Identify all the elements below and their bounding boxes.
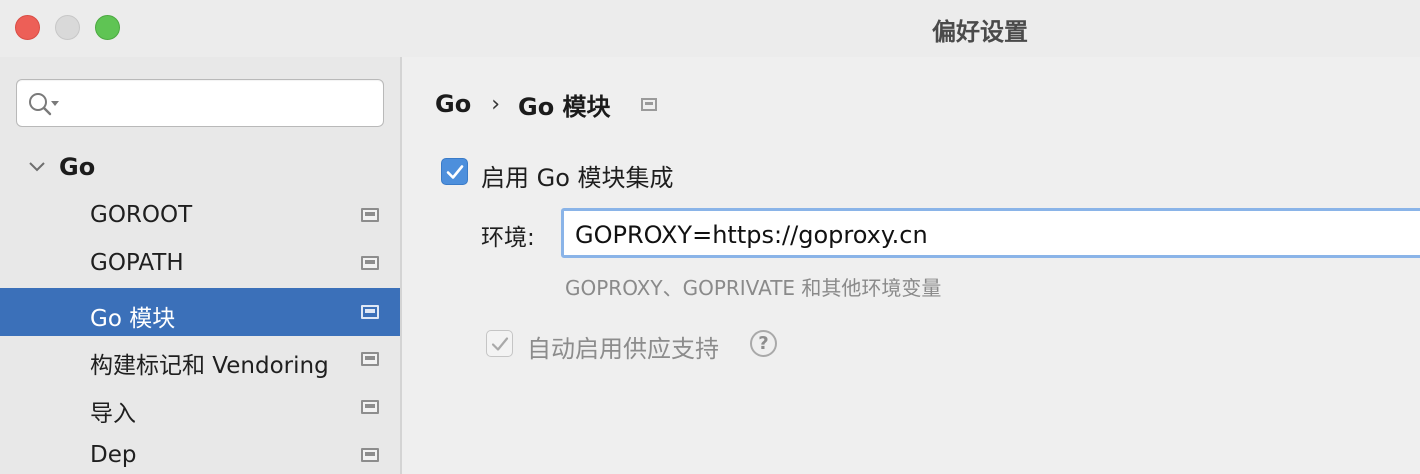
sidebar-item-go-modules[interactable]: Go 模块 — [0, 288, 400, 336]
sidebar-item-goroot[interactable]: GOROOT — [0, 191, 400, 239]
breadcrumb-parent[interactable]: Go — [435, 90, 471, 118]
project-level-icon — [361, 305, 379, 319]
project-level-icon — [361, 448, 379, 462]
environment-input[interactable]: GOPROXY=https://goproxy.cn — [561, 208, 1420, 258]
search-icon[interactable] — [27, 91, 63, 117]
chevron-down-icon[interactable] — [27, 157, 47, 177]
breadcrumb-separator: › — [491, 91, 500, 117]
close-window-button[interactable] — [15, 15, 40, 40]
tree-node-label: Go — [59, 153, 96, 181]
auto-vendoring-checkbox[interactable] — [486, 330, 513, 357]
sidebar-item-build-tags-vendoring[interactable]: 构建标记和 Vendoring — [0, 335, 400, 383]
sidebar-item-label: GOPATH — [90, 250, 184, 276]
sidebar-item-gopath[interactable]: GOPATH — [0, 239, 400, 287]
breadcrumb: Go › Go 模块 — [435, 89, 657, 121]
enable-go-modules-checkbox[interactable] — [441, 158, 468, 185]
project-level-icon — [361, 352, 379, 366]
enable-go-modules-label[interactable]: 启用 Go 模块集成 — [481, 158, 674, 193]
zoom-window-button[interactable] — [95, 15, 120, 40]
sidebar-item-label: Dep — [90, 442, 137, 468]
project-level-icon — [640, 97, 657, 111]
help-icon[interactable]: ? — [750, 330, 777, 357]
project-level-icon — [361, 400, 379, 414]
settings-content: Go › Go 模块 启用 Go 模块集成 环境: GOPROXY=https:… — [402, 57, 1420, 474]
project-level-icon — [361, 256, 379, 270]
checkmark-icon — [491, 337, 509, 351]
sidebar-item-label: GOROOT — [90, 202, 193, 228]
checkmark-icon — [446, 165, 464, 179]
tree-node-go[interactable]: Go — [0, 143, 400, 191]
breadcrumb-current: Go 模块 — [518, 92, 611, 121]
auto-vendoring-label[interactable]: 自动启用供应支持 — [527, 329, 719, 364]
search-input[interactable] — [77, 88, 377, 118]
environment-hint: GOPROXY、GOPRIVATE 和其他环境变量 — [565, 276, 942, 300]
project-level-icon — [361, 208, 379, 222]
minimize-window-button[interactable] — [55, 15, 80, 40]
sidebar-item-dep[interactable]: Dep — [0, 431, 400, 474]
sidebar-item-label: Go 模块 — [90, 306, 176, 332]
sidebar-item-label: 构建标记和 Vendoring — [90, 353, 329, 379]
search-field[interactable] — [16, 79, 384, 127]
sidebar-item-label: 导入 — [90, 401, 136, 427]
sidebar-item-imports[interactable]: 导入 — [0, 383, 400, 431]
title-bar: 偏好设置 — [0, 0, 1420, 57]
settings-sidebar: Go GOROOT GOPATH Go 模块 构建标记和 Vendoring 导… — [0, 57, 400, 474]
environment-label: 环境: — [481, 225, 535, 251]
window-title: 偏好设置 — [932, 18, 1028, 46]
